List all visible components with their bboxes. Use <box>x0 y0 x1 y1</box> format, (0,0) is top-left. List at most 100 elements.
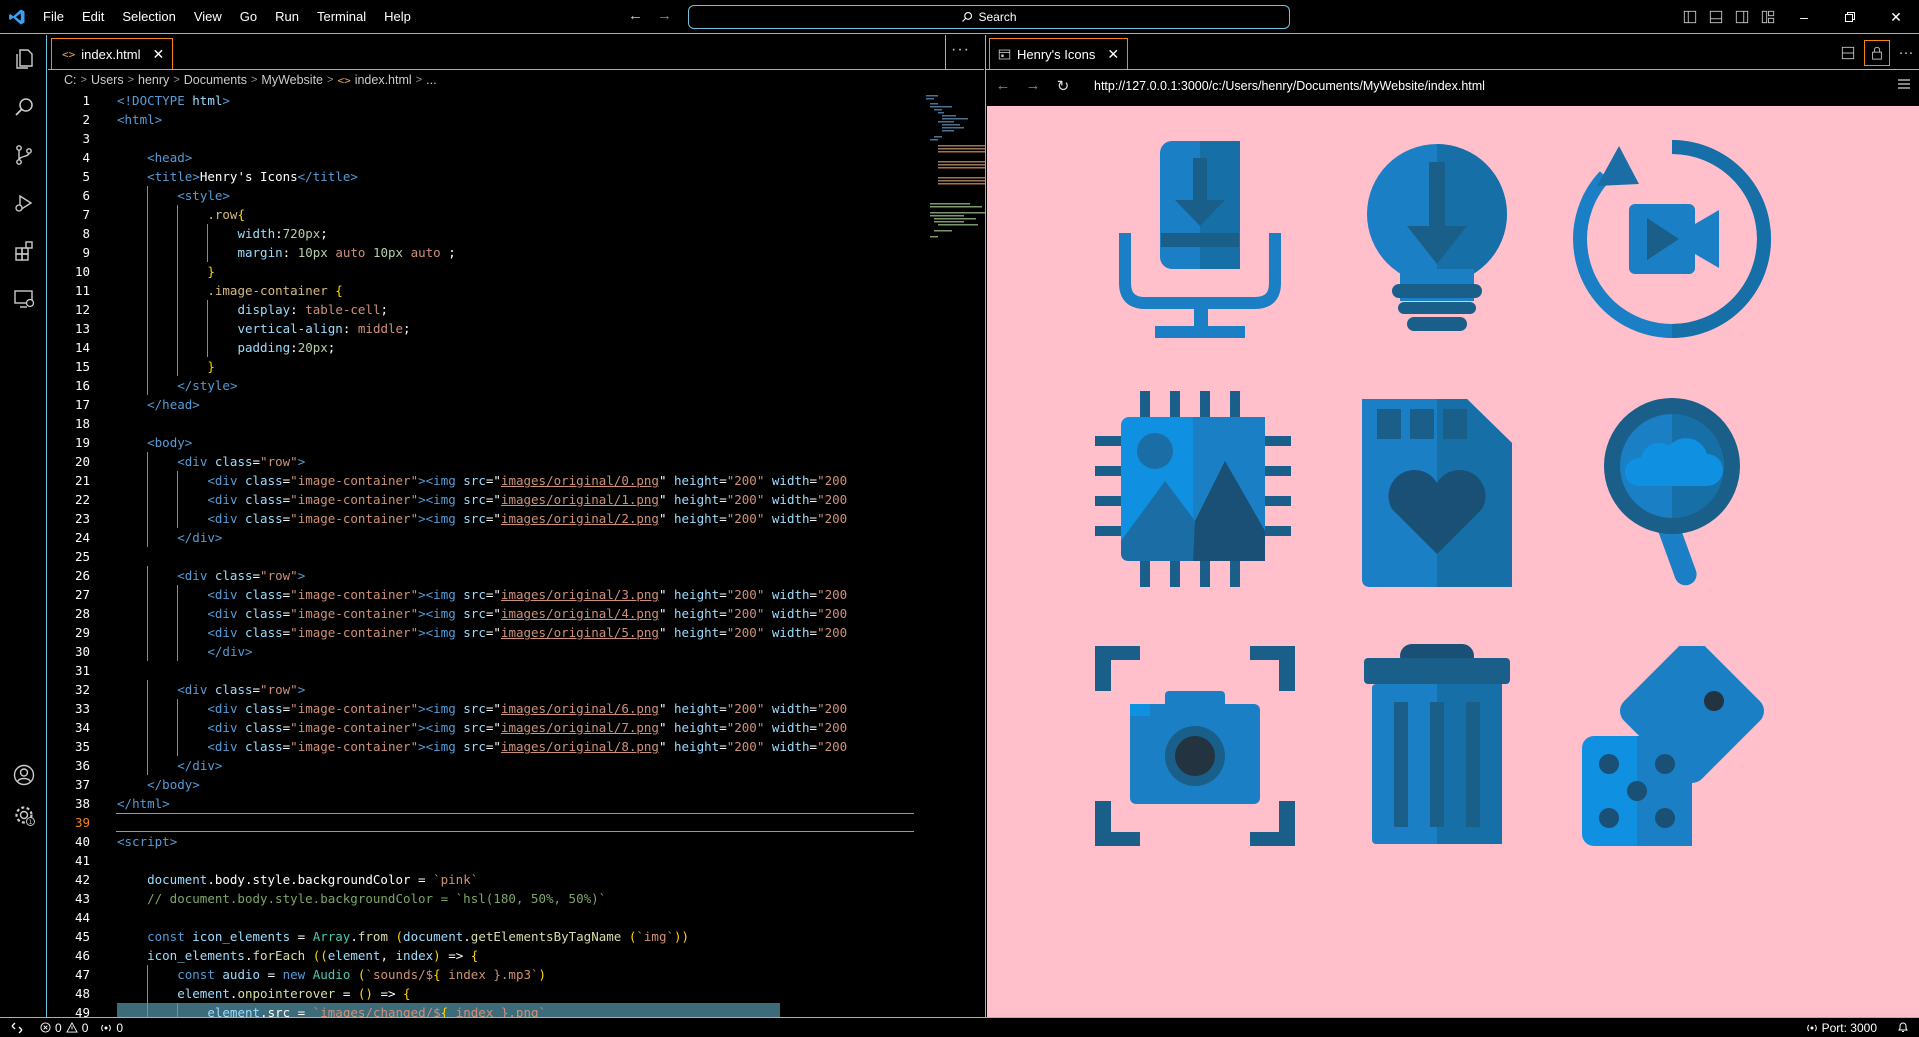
code-line[interactable]: 22 <div class="image-container"><img src=… <box>48 490 934 509</box>
code-line[interactable]: 29 <div class="image-container"><img src=… <box>48 623 934 642</box>
problems-indicator[interactable]: 0 0 <box>34 1021 94 1035</box>
customize-layout-icon[interactable] <box>1755 0 1781 34</box>
code-line[interactable]: 21 <div class="image-container"><img src=… <box>48 471 934 490</box>
breadcrumb-documents[interactable]: Documents <box>184 73 247 87</box>
breadcrumb-henry[interactable]: henry <box>138 73 169 87</box>
code-line[interactable]: 19 <body> <box>48 433 934 452</box>
code-line[interactable]: 17 </head> <box>48 395 934 414</box>
minimize-icon[interactable]: – <box>1781 0 1827 34</box>
menu-file[interactable]: File <box>34 0 73 34</box>
video-replay-icon[interactable] <box>1567 134 1777 344</box>
back-arrow-icon[interactable]: ← <box>628 7 643 24</box>
code-line[interactable]: 44 <box>48 908 934 927</box>
run-debug-icon[interactable] <box>0 179 47 227</box>
code-line[interactable]: 12 display: table-cell; <box>48 300 934 319</box>
code-line[interactable]: 32 <div class="row"> <box>48 680 934 699</box>
menu-edit[interactable]: Edit <box>73 0 113 34</box>
breadcrumb-file[interactable]: index.html <box>355 73 412 87</box>
image-chip-icon[interactable] <box>1095 391 1305 601</box>
toggle-secondary-sidebar-icon[interactable] <box>1729 0 1755 34</box>
code-line[interactable]: 18 <box>48 414 934 433</box>
code-line[interactable]: 31 <box>48 661 934 680</box>
code-line[interactable]: 15} <box>48 357 934 376</box>
code-line[interactable]: 41 <box>48 851 934 870</box>
microphone-download-icon[interactable] <box>1095 138 1305 348</box>
menu-view[interactable]: View <box>185 0 231 34</box>
code-line[interactable]: 47 const audio = new Audio (`sounds/${ in… <box>48 965 934 984</box>
toggle-panel-icon[interactable] <box>1703 0 1729 34</box>
ports-indicator[interactable]: 0 <box>94 1021 129 1035</box>
code-line[interactable]: 46 icon_elements.forEach ((element, index… <box>48 946 934 965</box>
code-line[interactable]: 49 element.src = `images/changed/${ index… <box>48 1003 934 1017</box>
manage-gear-icon[interactable]: 1 <box>0 791 47 839</box>
code-line[interactable]: 27 <div class="image-container"><img src=… <box>48 585 934 604</box>
code-line[interactable]: 2 <html> <box>48 110 934 129</box>
code-line[interactable]: 10} <box>48 262 934 281</box>
code-line[interactable]: 25 <box>48 547 934 566</box>
close-window-icon[interactable]: ✕ <box>1873 0 1919 34</box>
tab-index-html[interactable]: <> index.html ✕ <box>51 38 174 69</box>
search-view-icon[interactable] <box>0 83 47 131</box>
menu-selection[interactable]: Selection <box>113 0 184 34</box>
toggle-sidebar-icon[interactable] <box>1677 0 1703 34</box>
code-line[interactable]: 37 </body> <box>48 775 934 794</box>
close-tab-icon[interactable]: ✕ <box>153 46 165 63</box>
lightbulb-download-icon[interactable] <box>1332 134 1542 344</box>
code-editor[interactable]: 1 <!DOCTYPE html> 2 <html> 3 4 <head> 5 <title>H… <box>48 91 984 1017</box>
explorer-icon[interactable] <box>0 35 47 83</box>
code-line[interactable]: 36 </div> <box>48 756 934 775</box>
url-field[interactable]: http://127.0.0.1:3000/c:/Users/henry/Doc… <box>1094 79 1485 93</box>
code-line[interactable]: 38 </html> <box>48 794 934 813</box>
breadcrumb-symbol[interactable]: ... <box>426 73 436 87</box>
menu-terminal[interactable]: Terminal <box>308 0 375 34</box>
code-line[interactable]: 13 vertical-align: middle; <box>48 319 934 338</box>
notifications-bell-icon[interactable] <box>1897 1021 1909 1036</box>
code-line[interactable]: 20 <div class="row"> <box>48 452 934 471</box>
code-line[interactable]: 43 // document.body.style.backgroundColor… <box>48 889 934 908</box>
menu-run[interactable]: Run <box>266 0 308 34</box>
code-line[interactable]: 23 <div class="image-container"><img src=… <box>48 509 934 528</box>
restore-icon[interactable] <box>1827 0 1873 34</box>
code-line[interactable]: 26 <div class="row"> <box>48 566 934 585</box>
code-line[interactable]: 7 .row{ <box>48 205 934 224</box>
code-line[interactable]: 16 </style> <box>48 376 934 395</box>
dice-icon[interactable] <box>1567 639 1777 856</box>
code-line[interactable]: 48 element.onpointerover = () => { <box>48 984 934 1003</box>
code-line[interactable]: 30 </div> <box>48 642 934 661</box>
live-server-port[interactable]: Port: 3000 <box>1800 1021 1883 1035</box>
more-actions-icon[interactable]: ··· <box>951 41 970 59</box>
code-line[interactable]: 11 .image-container { <box>48 281 934 300</box>
code-line[interactable]: 14 padding:20px; <box>48 338 934 357</box>
remote-indicator-icon[interactable] <box>0 1018 34 1037</box>
menu-help[interactable]: Help <box>375 0 420 34</box>
code-line[interactable]: 6 <style> <box>48 186 934 205</box>
code-line[interactable]: 9 margin: 10px auto 10px auto ; <box>48 243 934 262</box>
tab-henrys-icons[interactable]: Henry's Icons ✕ <box>989 38 1129 69</box>
hamburger-menu-icon[interactable] <box>1897 78 1911 93</box>
cloud-search-icon[interactable] <box>1567 391 1777 601</box>
code-line[interactable]: 28 <div class="image-container"><img src=… <box>48 604 934 623</box>
breadcrumb-drive[interactable]: C: <box>64 73 77 87</box>
close-tab-icon[interactable]: ✕ <box>1107 46 1119 63</box>
trash-can-icon[interactable] <box>1332 644 1542 854</box>
extensions-icon[interactable] <box>0 227 47 275</box>
menu-go[interactable]: Go <box>231 0 266 34</box>
code-line[interactable]: 45 const icon_elements = Array.from (docu… <box>48 927 934 946</box>
code-line[interactable]: 8 width:720px; <box>48 224 934 243</box>
code-line[interactable]: 34 <div class="image-container"><img src=… <box>48 718 934 737</box>
breadcrumb-users[interactable]: Users <box>91 73 124 87</box>
code-line[interactable]: 35 <div class="image-container"><img src=… <box>48 737 934 756</box>
code-line[interactable]: 5 <title>Henry's Icons</title> <box>48 167 934 186</box>
lock-group-icon[interactable] <box>1864 39 1890 66</box>
source-control-icon[interactable] <box>0 131 47 179</box>
camera-focus-icon[interactable] <box>1095 646 1305 856</box>
forward-arrow-icon[interactable]: → <box>1024 77 1042 94</box>
code-line[interactable]: 1 <!DOCTYPE html> <box>48 91 934 110</box>
code-line[interactable]: 24 </div> <box>48 528 934 547</box>
more-actions-icon[interactable]: ··· <box>1893 40 1919 66</box>
code-line[interactable]: 4 <head> <box>48 148 934 167</box>
forward-arrow-icon[interactable]: → <box>657 7 672 24</box>
code-line[interactable]: 42 document.body.style.backgroundColor = … <box>48 870 934 889</box>
breadcrumb-mywebsite[interactable]: MyWebsite <box>261 73 323 87</box>
remote-explorer-icon[interactable] <box>0 275 47 323</box>
